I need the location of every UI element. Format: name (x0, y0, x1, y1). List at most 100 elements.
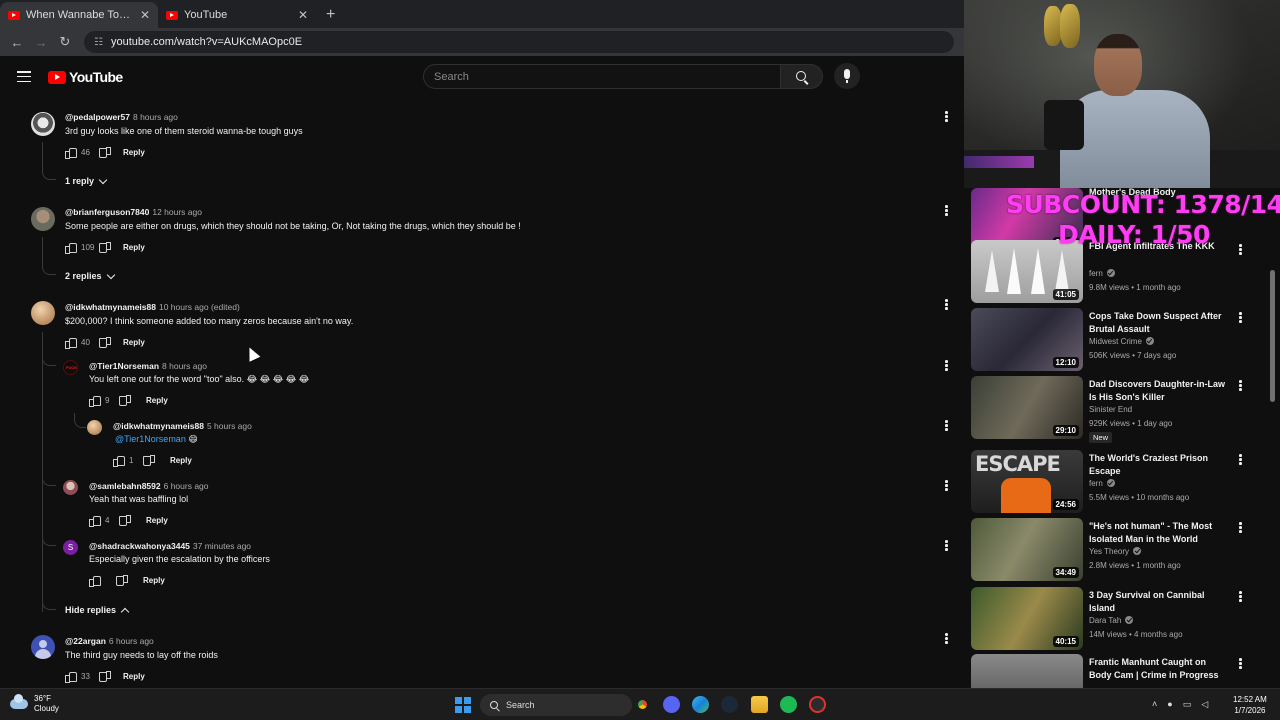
thumb-up-icon[interactable] (65, 671, 77, 683)
kebab-icon[interactable] (1239, 380, 1243, 392)
recommendation-item[interactable]: Frantic Manhunt Caught on Body Cam | Cri… (971, 654, 1271, 688)
taskbar-search[interactable]: Search (480, 694, 632, 716)
kebab-icon[interactable] (945, 111, 949, 123)
kebab-icon[interactable] (1239, 454, 1243, 466)
chrome-icon[interactable] (634, 696, 651, 713)
edge-icon[interactable] (692, 696, 709, 713)
thumb-up-icon[interactable] (113, 455, 125, 467)
kebab-icon[interactable] (945, 299, 949, 311)
kebab-icon[interactable] (1239, 522, 1243, 534)
reply-button[interactable]: Reply (123, 148, 145, 157)
thumb-up-icon[interactable] (89, 395, 101, 407)
avatar[interactable] (31, 635, 55, 659)
new-tab-button[interactable]: + (316, 6, 345, 28)
discord-icon[interactable] (663, 696, 680, 713)
comment-time[interactable]: 12 hours ago (152, 207, 202, 217)
network-icon[interactable]: ▭ (1183, 699, 1192, 710)
video-title[interactable]: Frantic Manhunt Caught on Body Cam | Cri… (1089, 656, 1227, 682)
channel-name[interactable]: fern (1089, 479, 1115, 488)
comment-time[interactable]: 37 minutes ago (193, 541, 251, 551)
channel-name[interactable]: fern (1089, 269, 1115, 278)
voice-search-button[interactable] (834, 63, 860, 89)
chevron-up-icon[interactable]: ˄ (1152, 699, 1157, 710)
site-info-icon[interactable]: ☷ (94, 37, 103, 48)
reply-button[interactable]: Reply (123, 672, 145, 681)
kebab-icon[interactable] (1239, 658, 1243, 670)
thumb-down-icon[interactable] (119, 395, 131, 406)
system-clock[interactable]: 12:52 AM 1/7/2026 (1233, 694, 1267, 716)
avatar[interactable] (31, 112, 55, 136)
thumb-down-icon[interactable] (143, 455, 155, 466)
thumb-down-icon[interactable] (119, 515, 131, 526)
show-replies-button[interactable]: 1 reply (65, 175, 108, 186)
thumb-up-icon[interactable] (65, 337, 77, 349)
kebab-icon[interactable] (1239, 591, 1243, 603)
avatar[interactable] (63, 480, 78, 495)
avatar[interactable] (31, 301, 55, 325)
mention-link[interactable]: @Tier1Norseman (115, 434, 186, 444)
video-thumbnail[interactable]: 41:05 (971, 240, 1083, 303)
thumb-down-icon[interactable] (99, 337, 111, 348)
recommendation-item[interactable]: 29:10 Dad Discovers Daughter-in-Law Is H… (971, 376, 1271, 443)
video-thumbnail[interactable]: 34:49 (971, 518, 1083, 581)
kebab-icon[interactable] (945, 420, 949, 432)
video-title[interactable]: Dad Discovers Daughter-in-Law Is His Son… (1089, 378, 1227, 404)
kebab-icon[interactable] (945, 360, 949, 372)
kebab-icon[interactable] (945, 633, 949, 645)
spotify-icon[interactable] (780, 696, 797, 713)
tab-youtube[interactable]: YouTube ✕ (158, 2, 316, 28)
video-title[interactable]: FBI Agent Infiltrates The KKK (1089, 240, 1227, 253)
comment-time[interactable]: 6 hours ago (164, 481, 209, 491)
address-bar[interactable]: ☷ youtube.com/watch?v=AUKcMAOpc0E (84, 31, 954, 53)
kebab-icon[interactable] (945, 205, 949, 217)
weather-widget[interactable]: 36°F Cloudy (10, 694, 59, 714)
thumb-up-icon[interactable] (65, 147, 77, 159)
file-explorer-icon[interactable] (751, 696, 768, 713)
volume-icon[interactable]: ◁ (1201, 699, 1208, 710)
avatar[interactable]: FUCK (63, 360, 78, 375)
comment-author[interactable]: @Tier1Norseman (89, 361, 159, 371)
thumb-up-icon[interactable] (65, 242, 77, 254)
comment-time[interactable]: 5 hours ago (207, 421, 252, 431)
recommendation-item[interactable]: 40:15 3 Day Survival on Cannibal Island … (971, 587, 1271, 651)
comment-author[interactable]: @brianferguson7840 (65, 207, 149, 217)
reply-button[interactable]: Reply (123, 338, 145, 347)
menu-icon[interactable] (17, 71, 31, 83)
channel-name[interactable]: Midwest Crime (1089, 337, 1154, 346)
avatar[interactable] (87, 420, 102, 435)
kebab-icon[interactable] (945, 480, 949, 492)
search-input[interactable]: Search (423, 64, 781, 89)
scrollbar[interactable] (1270, 270, 1275, 402)
reply-button[interactable]: Reply (143, 576, 165, 585)
video-title[interactable]: Mother's Dead Body (1089, 186, 1227, 199)
thumb-up-icon[interactable] (89, 515, 101, 527)
kebab-icon[interactable] (1239, 244, 1243, 256)
recommendation-item[interactable]: 41:05 FBI Agent Infiltrates The KKK fern… (971, 240, 1271, 304)
kebab-icon[interactable] (1239, 312, 1243, 324)
forward-icon[interactable]: → (30, 35, 52, 50)
thumb-down-icon[interactable] (99, 671, 111, 682)
comment-author[interactable]: @samlebahn8592 (89, 481, 161, 491)
close-tab-icon[interactable]: ✕ (298, 8, 308, 22)
reply-button[interactable]: Reply (146, 396, 168, 405)
video-thumbnail[interactable] (971, 654, 1083, 688)
reply-button[interactable]: Reply (123, 243, 145, 252)
tab-video[interactable]: When Wannabe Tough Guys Pu ✕ (0, 2, 158, 28)
show-replies-button[interactable]: 2 replies (65, 270, 115, 281)
search-button[interactable] (781, 64, 823, 89)
avatar[interactable]: S (63, 540, 78, 555)
video-title[interactable]: 3 Day Survival on Cannibal Island (1089, 589, 1227, 615)
close-tab-icon[interactable]: ✕ (140, 8, 150, 22)
thumb-up-icon[interactable] (89, 575, 101, 587)
reload-icon[interactable]: ↻ (54, 34, 76, 50)
recommendation-item[interactable]: 12:10 Cops Take Down Suspect After Bruta… (971, 308, 1271, 372)
channel-name[interactable]: Sinister End (1089, 405, 1132, 414)
video-title[interactable]: The World's Craziest Prison Escape (1089, 452, 1227, 478)
reply-button[interactable]: Reply (146, 516, 168, 525)
comment-time[interactable]: 8 hours ago (133, 112, 178, 122)
app-icon[interactable] (809, 696, 826, 713)
comment-author[interactable]: @shadrackwahonya3445 (89, 541, 190, 551)
thumb-down-icon[interactable] (99, 242, 111, 253)
hide-replies-button[interactable]: Hide replies (65, 605, 130, 616)
recommendation-item[interactable]: ESCAPE 24:56 The World's Craziest Prison… (971, 450, 1271, 514)
